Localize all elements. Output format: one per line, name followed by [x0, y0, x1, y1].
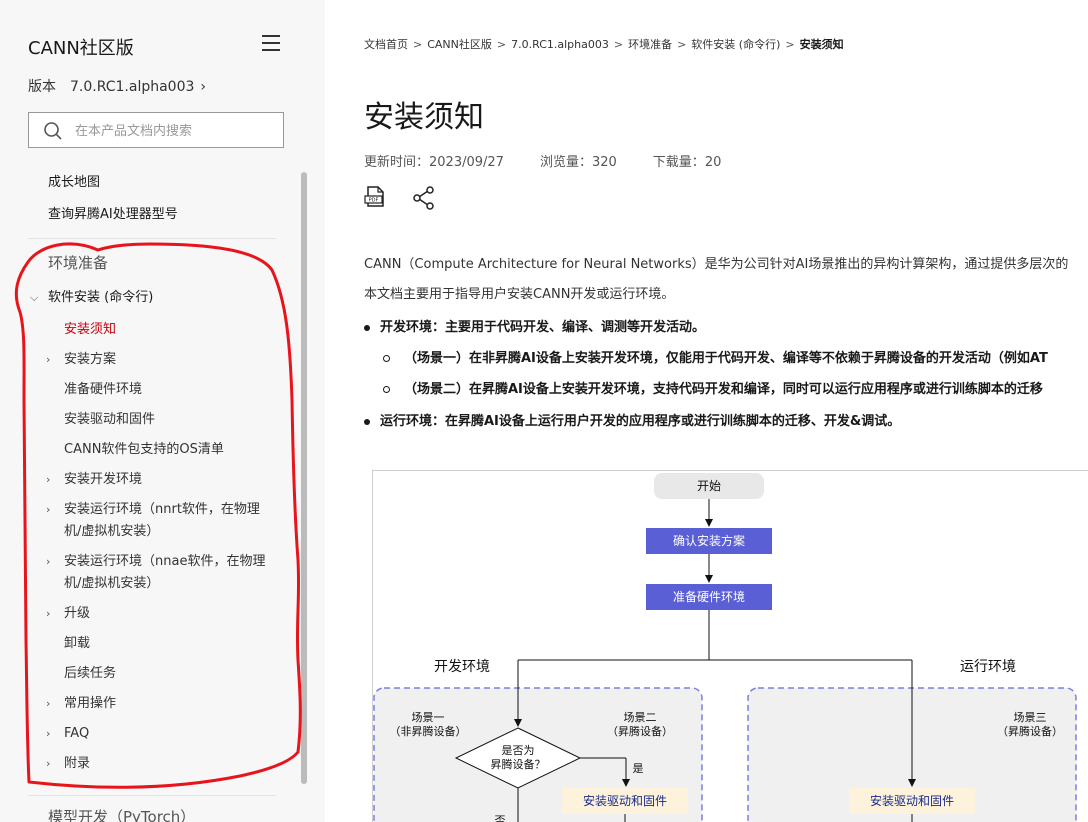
search-icon: [44, 122, 62, 140]
intro-paragraph: CANN（Compute Architecture for Neural Net…: [364, 257, 1069, 272]
install-flowchart: 开始 确认安装方案 准备硬件环境 开发环境 运行环境 场景一 （非昇腾设备） 场…: [372, 470, 1088, 822]
breadcrumb-item[interactable]: 环境准备: [628, 38, 672, 51]
nav-item-growth-map[interactable]: 成长地图: [48, 172, 100, 194]
purpose-paragraph: 本文档主要用于指导用户安装CANN开发或运行环境。: [364, 287, 675, 302]
version-label: 版本: [28, 79, 56, 95]
chevron-right-icon[interactable]: ›: [46, 753, 50, 775]
chevron-right-icon[interactable]: ›: [46, 499, 50, 521]
flow-scene2-sublabel: （昇腾设备）: [607, 724, 673, 738]
nav-item-install-run-nnrt[interactable]: 安装运行环境（nnrt软件，在物理 机/虚拟机安装）: [64, 499, 260, 543]
bullet-dev-env: 开发环境：主要用于代码开发、编译、调测等开发活动。: [364, 316, 705, 335]
chevron-right-icon[interactable]: ›: [46, 603, 50, 625]
flow-scene3-label: 场景三: [1014, 710, 1047, 724]
page-meta: 更新时间：2023/09/27 浏览量：320 下载量：20: [364, 151, 757, 170]
flow-start-label: 开始: [697, 479, 721, 493]
nav-section-model-dev[interactable]: 模型开发（PyTorch）: [48, 806, 195, 822]
chevron-right-icon: ›: [200, 79, 207, 95]
breadcrumb-item[interactable]: 软件安装 (命令行): [691, 38, 780, 51]
sidebar-scrollbar[interactable]: [301, 172, 307, 784]
flow-step-driver-run-label: 安装驱动和固件: [870, 793, 954, 808]
nav-item-install-notes[interactable]: 安装须知: [64, 319, 116, 341]
flow-dev-env-label: 开发环境: [434, 659, 490, 675]
flow-scene1-sublabel: （非昇腾设备）: [390, 724, 467, 738]
breadcrumb: 文档首页 > CANN社区版 >7.0.RC1.alpha003 > 环境准备 > 软件安装 …: [364, 38, 844, 51]
nav-item-label: 机/虚拟机安装）: [64, 524, 160, 539]
nav-section-env-prep[interactable]: 环境准备: [48, 252, 108, 274]
breadcrumb-item[interactable]: 文档首页: [364, 38, 408, 51]
main-content: 文档首页 > CANN社区版 >7.0.RC1.alpha003 > 环境准备 > 软件安装 …: [325, 0, 1088, 822]
nav-item-label: 安装运行环境（nnrt软件，在物理: [64, 502, 260, 517]
breadcrumb-item[interactable]: CANN社区版: [427, 38, 492, 51]
search-input[interactable]: [75, 121, 271, 141]
search-box[interactable]: [28, 112, 284, 148]
nav-item-uninstall[interactable]: 卸载: [64, 633, 90, 655]
chevron-right-icon[interactable]: ›: [46, 723, 50, 745]
nav-item-upgrade[interactable]: 升级: [64, 603, 90, 625]
divider: [28, 795, 276, 796]
flow-scene3-sublabel: （昇腾设备）: [997, 724, 1063, 738]
updated-value: 2023/09/27: [429, 155, 504, 170]
version-selector[interactable]: 版本 7.0.RC1.alpha003 ›: [28, 76, 206, 96]
nav-item-followup[interactable]: 后续任务: [64, 663, 116, 685]
flow-no-label: 否: [495, 814, 506, 822]
chevron-right-icon[interactable]: ›: [46, 551, 50, 573]
updated-label: 更新时间：: [364, 155, 430, 170]
bullet-text: 运行环境：在昇腾AI设备上运行用户开发的应用程序或进行训练脚本的迁移、开发&调试…: [380, 414, 901, 429]
views-value: 320: [591, 155, 617, 170]
nav-item-common-ops[interactable]: 常用操作: [64, 693, 116, 715]
downloads-label: 下载量：: [652, 155, 705, 170]
nav-item-install-driver[interactable]: 安装驱动和固件: [64, 409, 155, 431]
downloads-value: 20: [704, 155, 722, 170]
sidebar: CANN社区版 版本 7.0.RC1.alpha003 › 成长地图 查询昇腾AI处…: [0, 0, 325, 822]
chevron-right-icon[interactable]: ›: [46, 349, 50, 371]
nav-item-query-processor[interactable]: 查询昇腾AI处理器型号: [48, 204, 178, 226]
breadcrumb-item[interactable]: 7.0.RC1.alpha003: [511, 38, 609, 51]
nav-item-os-list[interactable]: CANN软件包支持的OS清单: [64, 439, 224, 461]
flow-decision-sublabel: 昇腾设备？: [491, 757, 546, 771]
divider: [28, 238, 276, 239]
flow-yes-label: 是: [633, 762, 644, 775]
nav-item-prepare-hardware[interactable]: 准备硬件环境: [64, 379, 142, 401]
flow-decision-label: 是否为: [502, 744, 535, 757]
svg-text:PDF: PDF: [369, 198, 379, 204]
nav-item-install-run-nnae[interactable]: 安装运行环境（nnae软件，在物理 机/虚拟机安装）: [64, 551, 265, 595]
chevron-right-icon[interactable]: ›: [46, 469, 50, 491]
nav-group-software-install[interactable]: 软件安装 (命令行): [48, 287, 153, 309]
chevron-right-icon[interactable]: ›: [46, 693, 50, 715]
bullet-text: （场景一）在非昇腾AI设备上安装开发环境，仅能用于代码开发、编译等不依赖于昇腾设…: [404, 351, 1048, 366]
nav-item-install-plan[interactable]: 安装方案: [64, 349, 116, 371]
bullet-text: 开发环境：主要用于代码开发、编译、调测等开发活动。: [380, 320, 706, 335]
nav-item-install-dev-env[interactable]: 安装开发环境: [64, 469, 142, 491]
version-value: 7.0.RC1.alpha003: [70, 79, 195, 95]
flow-step-prepare-hw-label: 准备硬件环境: [673, 589, 745, 604]
chevron-down-icon[interactable]: ⌵: [30, 287, 38, 309]
menu-icon[interactable]: [262, 35, 280, 51]
bullet-text: （场景二）在昇腾AI设备上安装开发环境，支持代码开发和编译，同时可以运行应用程序…: [404, 382, 1043, 397]
sub-bullet-scenario2: （场景二）在昇腾AI设备上安装开发环境，支持代码开发和编译，同时可以运行应用程序…: [383, 378, 1043, 397]
flow-scene2-label: 场景二: [624, 710, 657, 724]
nav-item-label: 机/虚拟机安装）: [64, 576, 160, 591]
flow-step-driver-dev-label: 安装驱动和固件: [583, 793, 667, 808]
share-icon[interactable]: [412, 185, 436, 211]
pdf-icon[interactable]: PDF: [364, 185, 388, 211]
views-label: 浏览量：: [539, 155, 592, 170]
flow-step-confirm-plan-label: 确认安装方案: [673, 533, 745, 548]
sub-bullet-scenario1: （场景一）在非昇腾AI设备上安装开发环境，仅能用于代码开发、编译等不依赖于昇腾设…: [383, 347, 1048, 366]
page-title: 安装须知: [364, 100, 484, 135]
nav-item-faq[interactable]: FAQ: [64, 723, 89, 745]
product-title[interactable]: CANN社区版: [28, 34, 134, 60]
breadcrumb-current: 安装须知: [799, 38, 844, 51]
flow-scene1-label: 场景一: [412, 710, 445, 724]
nav-item-appendix[interactable]: 附录: [64, 753, 90, 775]
flow-run-env-label: 运行环境: [960, 659, 1016, 675]
nav-item-label: 安装运行环境（nnae软件，在物理: [64, 554, 266, 569]
bullet-run-env: 运行环境：在昇腾AI设备上运行用户开发的应用程序或进行训练脚本的迁移、开发&调试…: [364, 410, 900, 429]
